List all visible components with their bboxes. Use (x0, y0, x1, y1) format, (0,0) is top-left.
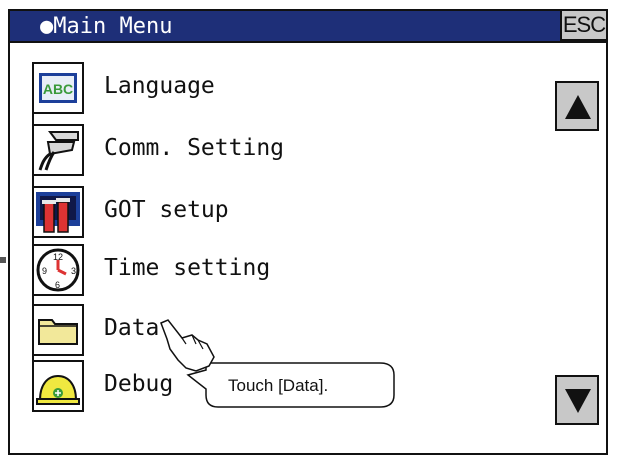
menu-item-data[interactable]: Data (32, 304, 412, 356)
menu-item-debug[interactable]: Debug (32, 360, 412, 412)
callout-text: Touch [Data]. (228, 376, 329, 395)
menu-item-label: Data (104, 315, 160, 341)
connector-cable-icon (32, 124, 84, 176)
esc-button[interactable]: ESC (560, 9, 608, 41)
svg-text:6: 6 (55, 280, 60, 290)
menu-item-label: Comm. Setting (104, 135, 285, 161)
svg-text:9: 9 (42, 266, 47, 276)
title-bar: ●Main Menu ESC (10, 9, 608, 43)
scroll-down-button[interactable] (555, 375, 599, 425)
triangle-down-icon (565, 389, 591, 413)
language-abc-icon: ABC (32, 62, 84, 114)
menu-item-language[interactable]: ABC Language (32, 62, 412, 114)
svg-text:ABC: ABC (43, 81, 73, 97)
folder-icon (32, 304, 84, 356)
menu-item-label: Language (104, 73, 215, 99)
menu-item-time-setting[interactable]: 12 9 3 6 Time setting (32, 244, 412, 296)
helmet-icon (32, 360, 84, 412)
menu-item-label: GOT setup (104, 197, 229, 223)
menu-item-label: Time setting (104, 255, 271, 281)
monitor-tools-icon (32, 186, 84, 238)
margin-marker (0, 257, 6, 263)
menu-item-label: Debug (104, 371, 174, 397)
menu-item-got-setup[interactable]: GOT setup (32, 186, 412, 238)
svg-text:3: 3 (71, 266, 76, 276)
triangle-up-icon (565, 95, 591, 119)
menu-item-comm-setting[interactable]: Comm. Setting (32, 124, 412, 176)
page-title: ●Main Menu (40, 14, 173, 39)
scroll-up-button[interactable] (555, 81, 599, 131)
clock-icon: 12 9 3 6 (32, 244, 84, 296)
